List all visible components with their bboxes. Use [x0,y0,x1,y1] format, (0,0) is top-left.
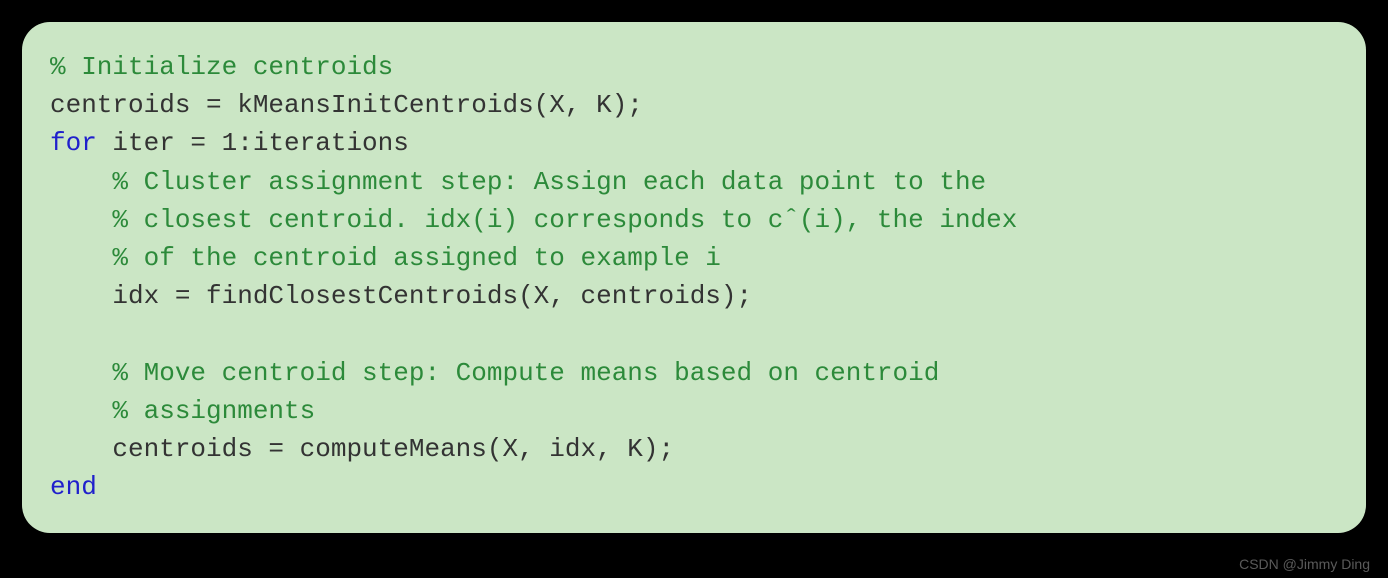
code-comment-line9: % Move centroid step: Compute means base… [50,358,939,388]
code-comment-line5: % closest centroid. idx(i) corresponds t… [50,205,1017,235]
code-line3-rest: iter = 1:iterations [97,128,409,158]
code-comment-line6: % of the centroid assigned to example i [50,243,721,273]
code-comment-line10: % assignments [50,396,315,426]
code-comment-line4: % Cluster assignment step: Assign each d… [50,167,986,197]
code-comment-line1: % Initialize centroids [50,52,393,82]
code-line7: idx = findClosestCentroids(X, centroids)… [50,281,752,311]
code-line11: centroids = computeMeans(X, idx, K); [50,434,674,464]
code-block: % Initialize centroids centroids = kMean… [22,22,1366,533]
code-keyword-for: for [50,128,97,158]
watermark: CSDN @Jimmy Ding [1239,556,1370,572]
code-line2: centroids = kMeansInitCentroids(X, K); [50,90,643,120]
code-keyword-end: end [50,472,97,502]
